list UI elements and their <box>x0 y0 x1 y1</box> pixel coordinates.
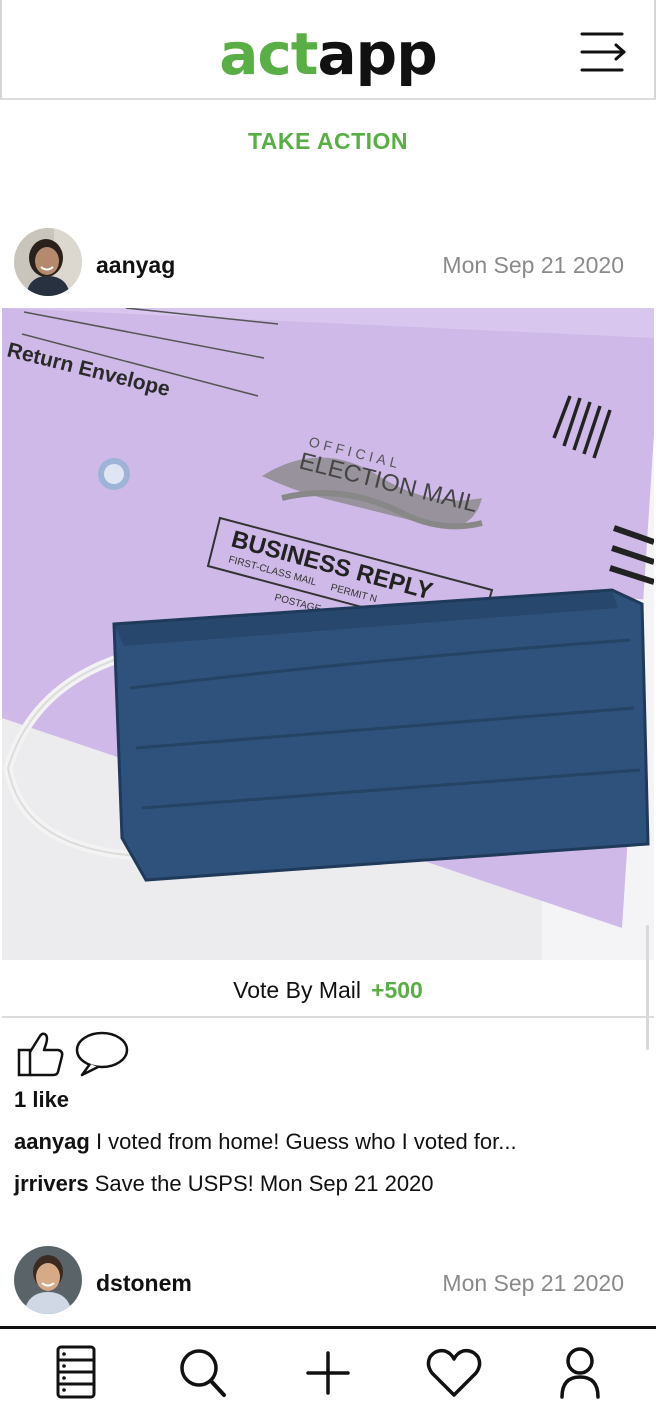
post-date: Mon Sep 21 2020 <box>442 1270 624 1296</box>
profile-icon[interactable] <box>550 1343 610 1403</box>
post-username[interactable]: dstonem <box>96 1270 192 1297</box>
heart-icon[interactable] <box>424 1343 484 1403</box>
post-header: aanyag Mon Sep 21 2020 <box>0 228 656 308</box>
comment-text: Save the USPS! Mon Sep 21 2020 <box>94 1171 434 1196</box>
action-name: Vote By Mail <box>233 977 362 1003</box>
avatar[interactable] <box>14 1246 82 1314</box>
top-bar: actapp <box>0 0 656 100</box>
like-icon[interactable] <box>16 1030 66 1083</box>
logo-text-act: act <box>219 20 318 88</box>
comment-item: jrrivers Save the USPS! Mon Sep 21 2020 <box>14 1171 434 1197</box>
app-logo[interactable]: actapp <box>2 22 654 86</box>
post-header: dstonem Mon Sep 21 2020 <box>0 1246 656 1326</box>
comment-item: aanyag I voted from home! Guess who I vo… <box>14 1129 517 1155</box>
action-caption: Vote By Mail +500 <box>2 962 654 1018</box>
comment-username[interactable]: aanyag <box>14 1129 90 1154</box>
likes-count[interactable]: 1 like <box>14 1087 69 1113</box>
action-points: +500 <box>371 977 423 1003</box>
menu-arrow-icon[interactable] <box>578 30 630 74</box>
post-username[interactable]: aanyag <box>96 252 175 279</box>
post-image[interactable]: Return Envelope OFFICIAL ELECTION MAIL B… <box>2 308 654 960</box>
comment-username[interactable]: jrrivers <box>14 1171 89 1196</box>
comment-text: I voted from home! Guess who I voted for… <box>95 1129 517 1154</box>
take-action-link[interactable]: TAKE ACTION <box>0 128 656 155</box>
comment-icon[interactable] <box>74 1030 130 1083</box>
feed-icon[interactable] <box>46 1343 106 1403</box>
bottom-nav <box>0 1326 656 1412</box>
logo-text-app: app <box>317 20 438 88</box>
post-date: Mon Sep 21 2020 <box>442 252 624 278</box>
plus-icon[interactable] <box>298 1343 358 1403</box>
search-icon[interactable] <box>172 1343 232 1403</box>
avatar[interactable] <box>14 228 82 296</box>
